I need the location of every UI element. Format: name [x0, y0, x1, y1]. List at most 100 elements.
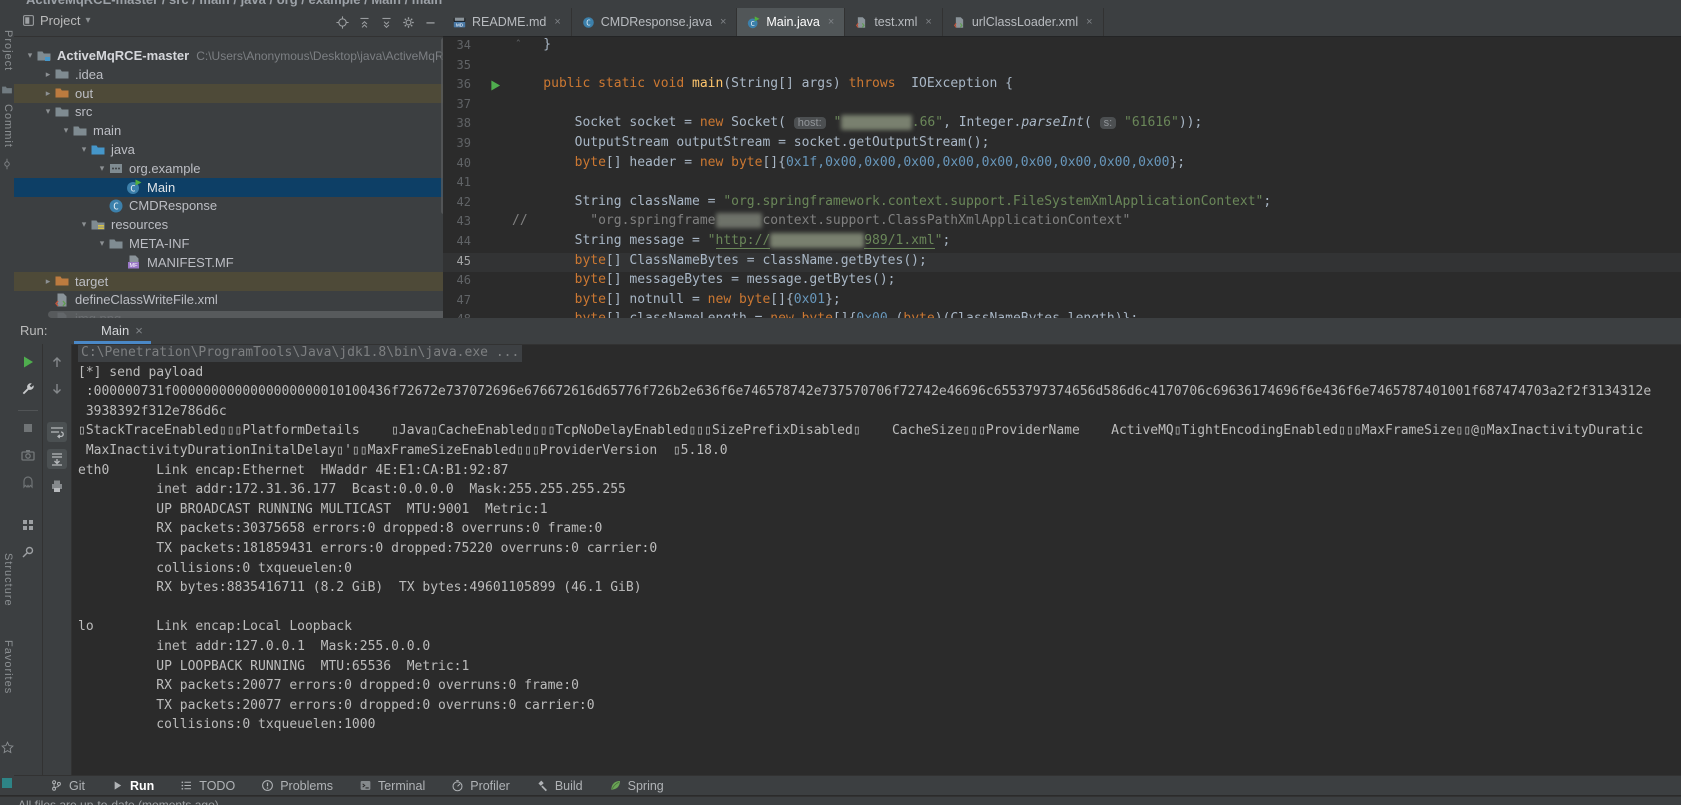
chevron-down-icon[interactable]: ▾	[96, 163, 108, 174]
toolwindow-button-profiler[interactable]: Profiler	[451, 779, 510, 793]
chevron-down-icon[interactable]: ▾	[85, 15, 90, 26]
tree-item-cmdresponse[interactable]: CCMDResponse	[14, 196, 444, 215]
code-line-47[interactable]: 47 byte[] notnull = new byte[]{0x01};	[443, 292, 1681, 312]
stripe-button-project[interactable]: Project	[0, 30, 14, 71]
code-line-38[interactable]: 38 Socket socket = new Socket( host: " .…	[443, 115, 1681, 135]
pin-button[interactable]	[18, 542, 38, 562]
tree-item-resources[interactable]: ▾resources	[14, 215, 444, 234]
tree-item--idea[interactable]: ▸.idea	[14, 65, 444, 84]
code-line-48[interactable]: 48 byte[] classNameLength = new byte[]{0…	[443, 311, 1681, 318]
line-number: 40	[443, 156, 471, 170]
editor-tab-cmdresponse-java[interactable]: CCMDResponse.java×	[572, 8, 738, 36]
run-console-output[interactable]: C:\Penetration\ProgramTools\Java\jdk1.8\…	[78, 345, 1681, 775]
tree-item-main[interactable]: ▾main	[14, 121, 444, 140]
code-line-45[interactable]: 45 byte[] ClassNameBytes = className.get…	[443, 253, 1681, 273]
code-line-42[interactable]: 42 String className = "org.springframewo…	[443, 194, 1681, 214]
close-icon[interactable]: ×	[720, 16, 726, 28]
stripe-button-favorites[interactable]: Favorites	[0, 640, 14, 694]
tree-item-org-example[interactable]: ▾ org.example	[14, 159, 444, 178]
code-line-39[interactable]: 39 OutputStream outputStream = socket.ge…	[443, 135, 1681, 155]
close-icon[interactable]: ×	[828, 16, 834, 28]
folder-icon[interactable]	[1, 84, 13, 96]
locate-button[interactable]	[336, 14, 349, 29]
chevron-right-icon[interactable]: ▸	[42, 276, 54, 287]
rerun-button[interactable]	[18, 352, 38, 372]
minimize-button[interactable]	[424, 14, 437, 29]
tree-item-activemqrce-master[interactable]: ▾ActiveMqRCE-masterC:\Users\Anonymous\De…	[14, 46, 444, 65]
tree-item-label: org.example	[129, 161, 201, 176]
tree-item-defineclasswritefile-xml[interactable]: defineClassWriteFile.xml	[14, 290, 444, 309]
chevron-down-icon[interactable]: ▾	[78, 144, 90, 155]
gear-button[interactable]	[402, 14, 415, 29]
code-line-43[interactable]: 43// "org.springframe context.support.Cl…	[443, 213, 1681, 233]
close-icon[interactable]: ×	[554, 16, 560, 28]
stripe-button-commit[interactable]: Commit	[0, 104, 14, 148]
tree-item-meta-inf[interactable]: ▾META-INF	[14, 234, 444, 253]
star-icon[interactable]	[1, 741, 14, 754]
tree-item-main[interactable]: CMain	[14, 178, 444, 197]
tree-item-out[interactable]: ▸out	[14, 84, 444, 103]
code-text: // "org.springframe context.support.Clas…	[512, 213, 1130, 228]
ghost-icon	[20, 474, 36, 490]
arrow-down-button[interactable]	[47, 379, 67, 399]
status-message: All files are up-to-date (moments ago)	[18, 798, 219, 805]
code-line-37[interactable]: 37	[443, 96, 1681, 116]
folder-resources-icon	[90, 217, 106, 233]
chevron-right-icon[interactable]: ▸	[42, 69, 54, 80]
code-text: String className = "org.springframework.…	[512, 194, 1271, 209]
editor-tab-main-java[interactable]: CMain.java×	[737, 8, 845, 36]
stop-button[interactable]	[18, 418, 38, 438]
printer-button[interactable]	[47, 476, 67, 496]
toolwindow-button-problems[interactable]: Problems	[261, 779, 333, 793]
run-tab-main[interactable]: Main ×	[74, 318, 151, 343]
toolwindow-button-spring[interactable]: Spring	[609, 779, 664, 793]
editor-tab-test-xml[interactable]: test.xml×	[845, 8, 943, 36]
toolwindow-button-git[interactable]: Git	[50, 779, 85, 793]
chevron-right-icon[interactable]: ▸	[42, 88, 54, 99]
expand-all-button[interactable]	[380, 14, 393, 29]
console-line: 3938392f312e786d6c	[78, 404, 1681, 424]
chevron-down-icon[interactable]: ▾	[24, 50, 36, 61]
tree-item-java[interactable]: ▾java	[14, 140, 444, 159]
toolwindow-button-todo[interactable]: TODO	[180, 779, 235, 793]
code-line-35[interactable]: 35	[443, 57, 1681, 77]
tree-item-label: CMDResponse	[129, 198, 217, 213]
grid-button[interactable]	[18, 515, 38, 535]
tree-item-label: defineClassWriteFile.xml	[75, 292, 218, 307]
run-gutter-icon[interactable]	[490, 79, 501, 91]
tree-item-src[interactable]: ▾src	[14, 102, 444, 121]
close-icon[interactable]: ×	[1086, 16, 1092, 28]
wrench-button[interactable]	[18, 379, 38, 399]
toolwindow-button-run[interactable]: Run	[111, 779, 154, 793]
code-line-41[interactable]: 41	[443, 174, 1681, 194]
code-line-34[interactable]: 34ˆ }	[443, 37, 1681, 57]
chevron-down-icon[interactable]: ▾	[78, 219, 90, 230]
close-icon[interactable]: ×	[135, 323, 143, 338]
chevron-down-icon[interactable]: ▾	[60, 125, 72, 136]
code-line-36[interactable]: 36 public static void main(String[] args…	[443, 76, 1681, 96]
chevron-down-icon[interactable]: ▾	[96, 238, 108, 249]
code-editor[interactable]: 34ˆ }3536 public static void main(String…	[443, 37, 1681, 318]
close-icon[interactable]: ×	[925, 16, 931, 28]
arrow-up-button[interactable]	[47, 352, 67, 372]
editor-tab-urlclassloader-xml[interactable]: urlClassLoader.xml×	[943, 8, 1104, 36]
stripe-button-structure[interactable]: Structure	[0, 553, 14, 607]
editor-tab-readme-md[interactable]: MDREADME.md×	[443, 8, 572, 36]
ghost-button[interactable]	[18, 472, 38, 492]
code-line-46[interactable]: 46 byte[] messageBytes = message.getByte…	[443, 272, 1681, 292]
toolwindow-button-build[interactable]: Build	[536, 779, 583, 793]
toolwindow-button-label: Problems	[280, 779, 333, 793]
code-line-44[interactable]: 44 String message = "http:// 989/1.xml";	[443, 233, 1681, 253]
project-panel-title-group[interactable]: Project ▾	[22, 13, 91, 28]
tree-item-target[interactable]: ▸target	[14, 272, 444, 291]
scrollend-button[interactable]	[47, 449, 67, 469]
commit-icon[interactable]	[1, 158, 13, 170]
code-line-40[interactable]: 40 byte[] header = new byte[]{0x1f,0x00,…	[443, 155, 1681, 175]
chevron-down-icon[interactable]: ▾	[42, 106, 54, 117]
camera-button[interactable]	[18, 445, 38, 465]
softwrap-button[interactable]	[47, 422, 67, 442]
tree-item-manifest-mf[interactable]: MFMANIFEST.MF	[14, 253, 444, 272]
collapse-all-button[interactable]	[358, 14, 371, 29]
breadcrumb[interactable]: ActiveMqRCE-master / src / main / java /…	[26, 0, 442, 7]
toolwindow-button-terminal[interactable]: Terminal	[359, 779, 425, 793]
